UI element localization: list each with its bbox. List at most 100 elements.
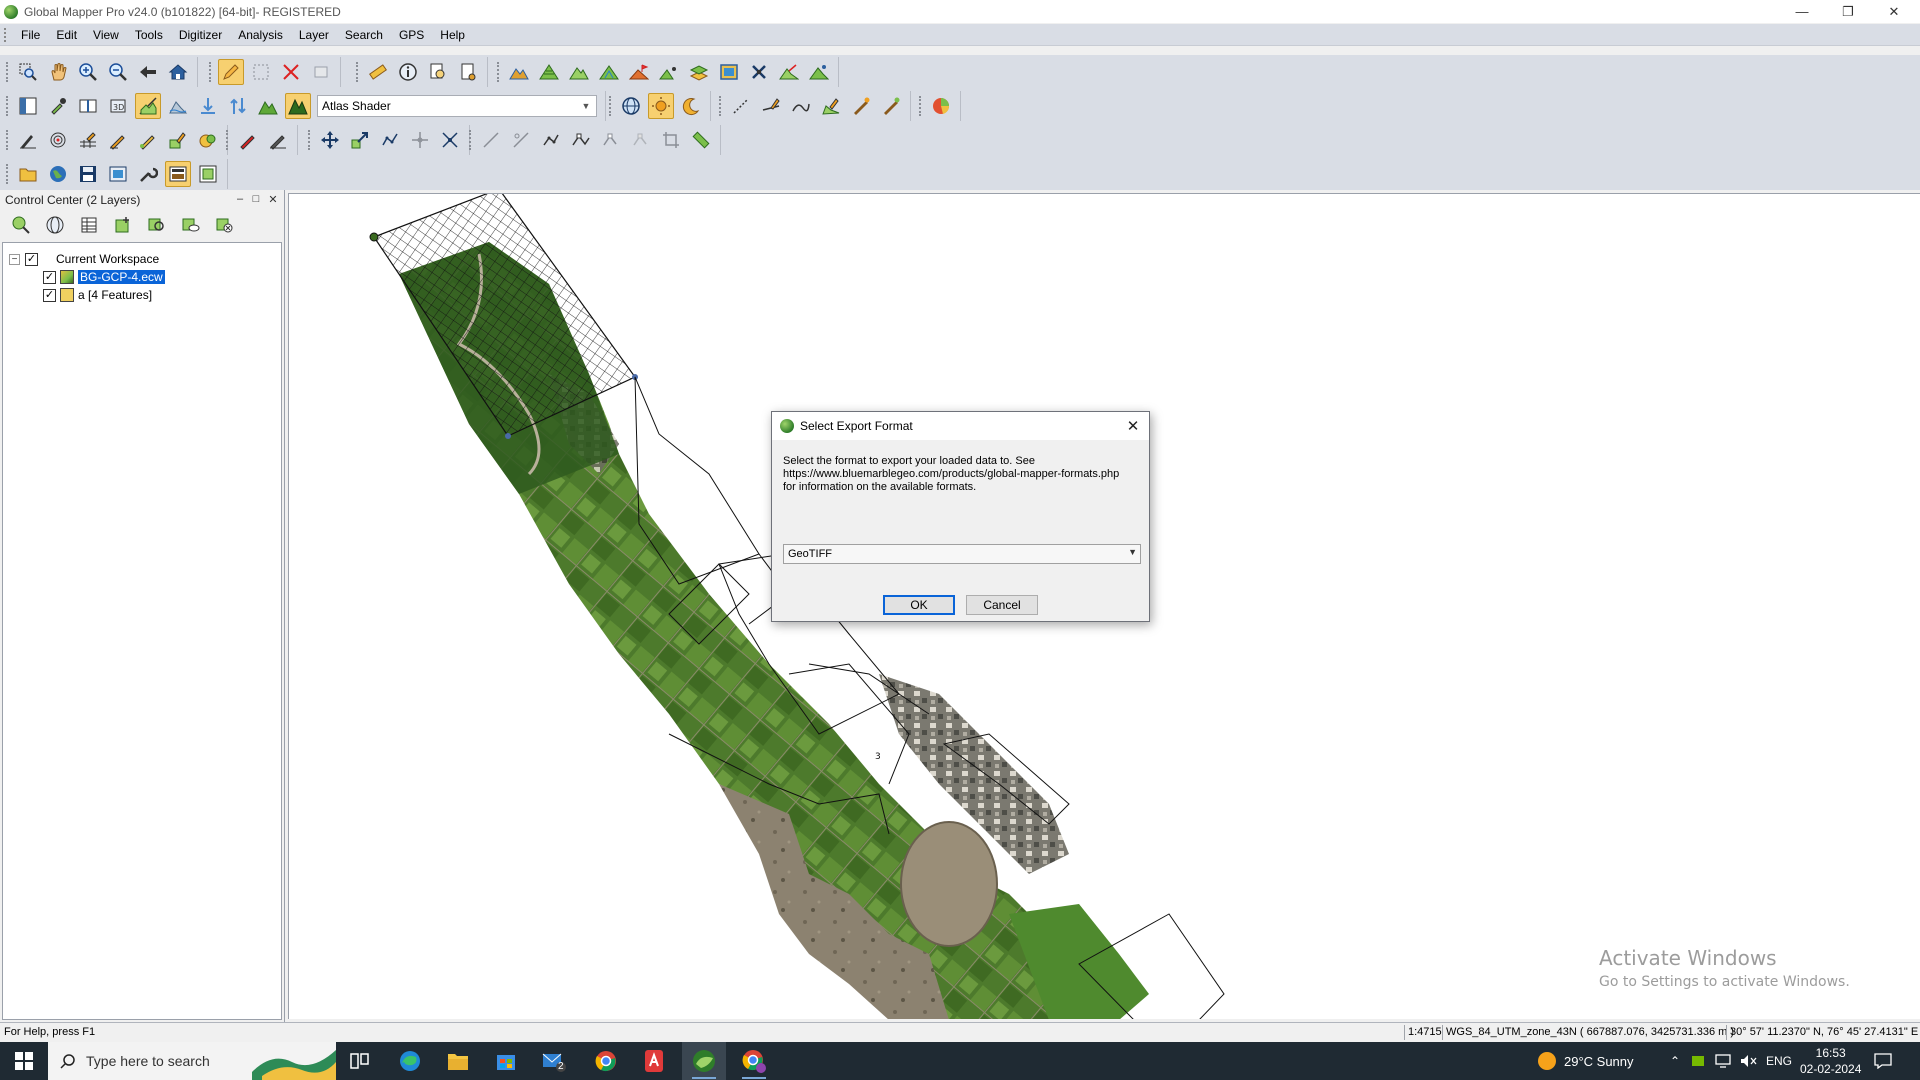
view-shed-button[interactable] — [506, 59, 532, 85]
shader-dropdown[interactable]: Atlas Shader ▼ — [317, 95, 597, 117]
store-button[interactable] — [484, 1042, 528, 1080]
start-button[interactable] — [0, 1042, 48, 1080]
watershed-button[interactable] — [596, 59, 622, 85]
terrain-volume-button[interactable] — [566, 59, 592, 85]
menu-file[interactable]: File — [13, 28, 48, 42]
3d-view-button[interactable]: 3D — [105, 93, 131, 119]
ruler-button[interactable] — [688, 127, 714, 153]
toolbar-grip[interactable] — [919, 96, 922, 116]
water-level-button[interactable] — [165, 93, 191, 119]
path-profile-button[interactable] — [425, 59, 451, 85]
contour-button[interactable] — [536, 59, 562, 85]
edge-browser-button[interactable] — [388, 1042, 432, 1080]
menu-view[interactable]: View — [85, 28, 127, 42]
rotate-button[interactable] — [377, 127, 403, 153]
map-catalog-button[interactable] — [105, 161, 131, 187]
select-tool-button[interactable] — [248, 59, 274, 85]
menu-edit[interactable]: Edit — [48, 28, 85, 42]
toolbar-grip[interactable] — [6, 164, 9, 184]
nvidia-tray-icon[interactable] — [1692, 1042, 1704, 1080]
shader-mode-button[interactable] — [285, 93, 311, 119]
reshape-button[interactable] — [598, 127, 624, 153]
previous-view-button[interactable] — [135, 59, 161, 85]
draw-line-button[interactable] — [105, 127, 131, 153]
panel-float-button[interactable]: □ — [249, 192, 263, 206]
toolbar-grip[interactable] — [497, 62, 500, 82]
menu-digitizer[interactable]: Digitizer — [171, 28, 230, 42]
smooth-line-button[interactable] — [788, 93, 814, 119]
pick-color-button[interactable] — [45, 93, 71, 119]
map-layout-button[interactable] — [455, 59, 481, 85]
vertex-edit-button[interactable] — [568, 127, 594, 153]
mail-button[interactable]: 2 — [532, 1042, 576, 1080]
menu-help[interactable]: Help — [432, 28, 473, 42]
create-point-button[interactable] — [15, 127, 41, 153]
digitizer-tool-button[interactable] — [218, 59, 244, 85]
delete-features-button[interactable] — [278, 59, 304, 85]
open-data-button[interactable] — [15, 161, 41, 187]
toolbar-grip[interactable] — [469, 130, 472, 150]
toolbar-grip[interactable] — [6, 62, 9, 82]
combine-terrain-button[interactable] — [686, 59, 712, 85]
paint-area-button[interactable] — [878, 93, 904, 119]
zoom-box-button[interactable] — [15, 59, 41, 85]
toolbar-grip[interactable] — [609, 96, 612, 116]
split-line-button[interactable] — [437, 127, 463, 153]
configuration-button[interactable] — [135, 161, 161, 187]
elevation-arrow-button[interactable] — [225, 93, 251, 119]
pan-button[interactable] — [45, 59, 71, 85]
workspace-checkbox[interactable]: ✓ — [25, 252, 38, 266]
overview-map-button[interactable] — [15, 93, 41, 119]
control-center-button[interactable] — [165, 161, 191, 187]
clear-selection-button[interactable] — [308, 59, 334, 85]
move-button[interactable] — [317, 127, 343, 153]
clock[interactable]: 16:53 02-02-2024 — [1800, 1042, 1861, 1080]
cut-fill-button[interactable] — [656, 59, 682, 85]
measure-button[interactable] — [365, 59, 391, 85]
restore-button[interactable]: ❐ — [1826, 0, 1870, 23]
menu-search[interactable]: Search — [337, 28, 391, 42]
global-mapper-taskbar-button[interactable] — [682, 1042, 726, 1080]
area-pen-button[interactable] — [165, 127, 191, 153]
vertex-marker-button[interactable] — [628, 127, 654, 153]
circle-area-button[interactable] — [195, 127, 221, 153]
hill-shading-button[interactable] — [135, 93, 161, 119]
add-layer-button[interactable] — [110, 212, 136, 238]
split-view-button[interactable] — [75, 93, 101, 119]
layer-visibility-checkbox[interactable]: ✓ — [43, 288, 56, 302]
close-layer-button[interactable] — [212, 212, 238, 238]
dialog-title-bar[interactable]: Select Export Format ✕ — [772, 412, 1149, 440]
minimize-button[interactable]: — — [1780, 0, 1824, 23]
file-explorer-button[interactable] — [436, 1042, 480, 1080]
range-ring-button[interactable] — [45, 127, 71, 153]
create-line-button[interactable] — [758, 93, 784, 119]
lidar-filter-button[interactable] — [746, 59, 772, 85]
task-view-button[interactable] — [338, 1042, 382, 1080]
notifications-button[interactable] — [1874, 1042, 1892, 1080]
toolbar-grip[interactable] — [308, 130, 311, 150]
zoom-in-button[interactable] — [75, 59, 101, 85]
raster-calculator-button[interactable] — [716, 59, 742, 85]
edit-feature-button[interactable] — [265, 127, 291, 153]
layer-tree[interactable]: − ✓ Current Workspace ✓ BG-GCP-4.ecw ✓ a… — [2, 242, 282, 1020]
language-indicator[interactable]: ENG — [1766, 1042, 1792, 1080]
close-button[interactable]: ✕ — [1872, 0, 1916, 23]
menu-layer[interactable]: Layer — [291, 28, 337, 42]
show-hidden-icons-button[interactable]: ⌃ — [1670, 1042, 1680, 1080]
toolbar-grip[interactable] — [6, 130, 9, 150]
toolbar-grip[interactable] — [209, 62, 212, 82]
save-workspace-button[interactable] — [75, 161, 101, 187]
join-lines-button[interactable] — [538, 127, 564, 153]
layout-button[interactable] — [195, 161, 221, 187]
toolbar-grip[interactable] — [226, 130, 229, 150]
layer-projection-button[interactable] — [42, 212, 68, 238]
snap-button[interactable] — [407, 127, 433, 153]
attribute-table-button[interactable] — [76, 212, 102, 238]
terrain-person-button[interactable] — [806, 59, 832, 85]
add-vertex-button[interactable] — [478, 127, 504, 153]
3d-path-button[interactable] — [776, 59, 802, 85]
sea-level-button[interactable] — [195, 93, 221, 119]
online-data-button[interactable] — [45, 161, 71, 187]
scale-button[interactable] — [347, 127, 373, 153]
ok-button[interactable]: OK — [883, 595, 955, 615]
